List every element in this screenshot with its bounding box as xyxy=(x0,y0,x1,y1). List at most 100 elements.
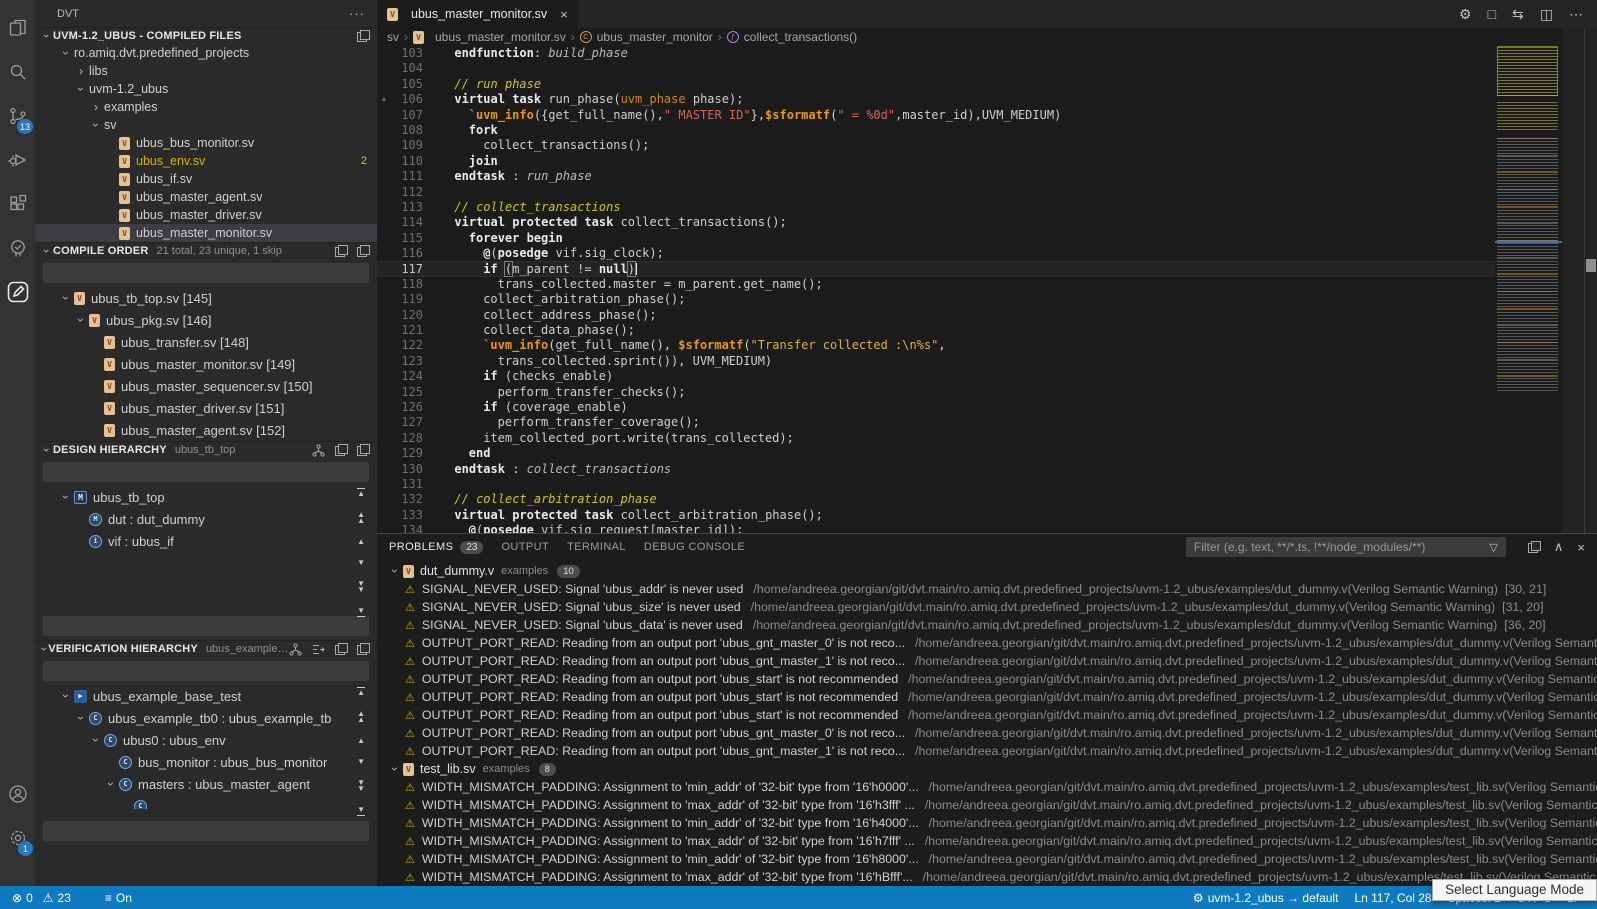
problem-row[interactable]: ⚠WIDTH_MISMATCH_PADDING: Assignment to '… xyxy=(377,868,1597,886)
scroll-down-icon[interactable]: ▼ xyxy=(357,559,365,567)
scroll-up-icon[interactable]: ▲ xyxy=(357,538,365,546)
page-up-icon[interactable]: ▲ xyxy=(357,511,365,525)
code-line[interactable]: 123trans_collected.sprint()), UVM_MEDIUM… xyxy=(377,354,1495,369)
hierarchy-icon[interactable] xyxy=(312,444,325,457)
breadcrumb-folder[interactable]: sv xyxy=(387,30,399,44)
copy-icon[interactable] xyxy=(357,245,369,257)
problem-row[interactable]: ⚠WIDTH_MISMATCH_PADDING: Assignment to '… xyxy=(377,778,1597,796)
section-compile-order[interactable]: › COMPILE ORDER 21 total, 23 unique, 1 s… xyxy=(35,242,377,259)
code-line[interactable]: 122`uvm_info(get_full_name(), $sformatf(… xyxy=(377,338,1495,353)
code-line[interactable]: 113// collect_transactions xyxy=(377,200,1495,215)
verification-check-icon[interactable] xyxy=(0,226,35,270)
code-line[interactable]: 110join xyxy=(377,154,1495,169)
problem-row[interactable]: ⚠OUTPUT_PORT_READ: Reading from an outpu… xyxy=(377,724,1597,742)
compile-order-filter-input[interactable] xyxy=(43,263,369,283)
scroll-to-top-icon[interactable]: ▲ xyxy=(357,488,365,498)
code-line[interactable]: 125perform_transfer_checks(); xyxy=(377,385,1495,400)
design-hierarchy-bottom-input[interactable] xyxy=(43,616,369,636)
tree-item[interactable]: ›sv xyxy=(35,116,377,134)
layout-square-icon[interactable]: □ xyxy=(1488,6,1496,22)
code-line[interactable]: 130endtask : collect_transactions xyxy=(377,462,1495,477)
dvt-mode-status[interactable]: ≡ On xyxy=(97,891,140,905)
tree-item[interactable]: Vubus_master_driver.sv xyxy=(35,206,377,224)
flatten-list-icon[interactable] xyxy=(312,643,325,656)
tree-item[interactable]: ›examples xyxy=(35,98,377,116)
tree-item[interactable]: Vubus_master_monitor.sv xyxy=(35,224,377,242)
view-as-table-icon[interactable] xyxy=(1528,541,1540,553)
scroll-to-bottom-icon[interactable]: ▼ xyxy=(357,806,365,816)
code-line[interactable]: 111endtask : run_phase xyxy=(377,169,1495,184)
code-line[interactable]: 121collect_data_phase(); xyxy=(377,323,1495,338)
tree-item[interactable]: ›uvm-1.2_ubus xyxy=(35,80,377,98)
problem-row[interactable]: ⚠SIGNAL_NEVER_USED: Signal 'ubus_data' i… xyxy=(377,616,1597,634)
page-down-icon[interactable]: ▼ xyxy=(357,580,365,594)
section-compiled-files[interactable]: › UVM-1.2_UBUS - COMPILED FILES xyxy=(35,27,377,44)
tree-item[interactable]: ›ro.amiq.dvt.predefined_projects xyxy=(35,44,377,62)
accounts-icon[interactable] xyxy=(0,772,35,816)
code-line[interactable]: 116@(posedge vif.sig_clock); xyxy=(377,246,1495,261)
code-line[interactable]: 105// run phase xyxy=(377,77,1495,92)
code-line[interactable]: 128item_collected_port.write(trans_colle… xyxy=(377,431,1495,446)
tree-item[interactable]: ›▶ubus_example_base_test xyxy=(35,685,377,707)
filter-funnel-icon[interactable]: ▽ xyxy=(1489,541,1497,554)
extensions-icon[interactable] xyxy=(0,182,35,226)
code-line[interactable]: 119collect_arbitration_phase(); xyxy=(377,292,1495,307)
problem-row[interactable]: ⚠WIDTH_MISMATCH_PADDING: Assignment to '… xyxy=(377,850,1597,868)
dvt-view-icon[interactable] xyxy=(0,270,35,314)
tree-item[interactable]: Vubus_master_agent.sv [152] xyxy=(35,419,377,441)
breadcrumb-file[interactable]: ubus_master_monitor.sv xyxy=(435,30,566,44)
tree-item[interactable]: Vubus_transfer.sv [148] xyxy=(35,331,377,353)
source-control-icon[interactable]: 13 xyxy=(0,94,35,138)
tree-item[interactable]: ivif : ubus_if xyxy=(35,530,377,552)
breadcrumb-class[interactable]: ubus_master_monitor xyxy=(597,30,713,44)
problem-row[interactable]: ⚠SIGNAL_NEVER_USED: Signal 'ubus_size' i… xyxy=(377,598,1597,616)
tab-problems[interactable]: PROBLEMS 23 xyxy=(389,534,483,560)
split-editor-icon[interactable]: ◫ xyxy=(1540,6,1553,23)
code-line[interactable]: 131 xyxy=(377,477,1495,492)
code-line[interactable]: 103endfunction: build_phase xyxy=(377,46,1495,61)
minimap[interactable] xyxy=(1495,46,1562,391)
code-editor[interactable]: 103endfunction: build_phase104105// run … xyxy=(377,46,1495,533)
tree-item[interactable]: Vubus_master_driver.sv [151] xyxy=(35,397,377,419)
close-tab-icon[interactable]: × xyxy=(560,7,568,22)
code-line[interactable]: 108fork xyxy=(377,123,1495,138)
search-icon[interactable] xyxy=(0,50,35,94)
tree-item[interactable]: ›Vubus_tb_top.sv [145] xyxy=(35,287,377,309)
tab-output[interactable]: OUTPUT xyxy=(501,534,549,560)
tree-item[interactable]: C xyxy=(35,795,377,809)
scroll-to-top-icon[interactable]: ▲ xyxy=(357,687,365,697)
tree-item[interactable]: ›Vubus_pkg.sv [146] xyxy=(35,309,377,331)
problem-row[interactable]: ⚠OUTPUT_PORT_READ: Reading from an outpu… xyxy=(377,706,1597,724)
tree-item[interactable]: Vubus_master_monitor.sv [149] xyxy=(35,353,377,375)
code-line[interactable]: 107`uvm_info({get_full_name()," MASTER I… xyxy=(377,108,1495,123)
problems-group-header[interactable]: ›Vdut_dummy.vexamples10 xyxy=(377,562,1597,580)
maximize-panel-icon[interactable]: ∧ xyxy=(1554,539,1564,555)
tab-ubus-master-monitor[interactable]: V ubus_master_monitor.sv × xyxy=(377,0,578,28)
breadcrumb-method[interactable]: collect_transactions() xyxy=(744,30,857,44)
page-up-icon[interactable]: ▲ xyxy=(357,710,365,724)
copy-icon[interactable] xyxy=(335,643,347,655)
tree-item[interactable]: Vubus_if.sv xyxy=(35,170,377,188)
hierarchy-icon[interactable] xyxy=(289,643,302,656)
code-line[interactable]: 120collect_address_phase(); xyxy=(377,308,1495,323)
problem-row[interactable]: ⚠OUTPUT_PORT_READ: Reading from an outpu… xyxy=(377,670,1597,688)
problem-row[interactable]: ⚠WIDTH_MISMATCH_PADDING: Assignment to '… xyxy=(377,814,1597,832)
problem-row[interactable]: ⚠WIDTH_MISMATCH_PADDING: Assignment to '… xyxy=(377,832,1597,850)
settings-gear-icon[interactable]: 1 xyxy=(0,816,35,860)
scroll-up-icon[interactable]: ▲ xyxy=(357,737,365,745)
page-down-icon[interactable]: ▼ xyxy=(357,779,365,793)
compare-changes-icon[interactable]: ⇆ xyxy=(1512,6,1524,23)
problems-filter-input[interactable]: Filter (e.g. text, **/*.ts, !**/node_mod… xyxy=(1186,537,1506,557)
problem-row[interactable]: ⚠OUTPUT_PORT_READ: Reading from an outpu… xyxy=(377,634,1597,652)
code-line[interactable]: 134@(posedge vif.sig_request[master_id])… xyxy=(377,523,1495,533)
code-line[interactable]: ▵106virtual task run_phase(uvm_phase pha… xyxy=(377,92,1495,107)
tree-item[interactable]: Vubus_master_agent.sv xyxy=(35,188,377,206)
run-debug-icon[interactable] xyxy=(0,138,35,182)
code-line[interactable]: 133virtual protected task collect_arbitr… xyxy=(377,508,1495,523)
code-line[interactable]: 104 xyxy=(377,61,1495,76)
tree-item[interactable]: ›Cubus0 : ubus_env xyxy=(35,729,377,751)
code-line[interactable]: 129end xyxy=(377,446,1495,461)
problems-status[interactable]: ⊗ 0 ⚠ 23 xyxy=(4,891,79,905)
code-line[interactable]: 126if (coverage_enable) xyxy=(377,400,1495,415)
scrollbar-handle[interactable] xyxy=(1586,259,1596,272)
